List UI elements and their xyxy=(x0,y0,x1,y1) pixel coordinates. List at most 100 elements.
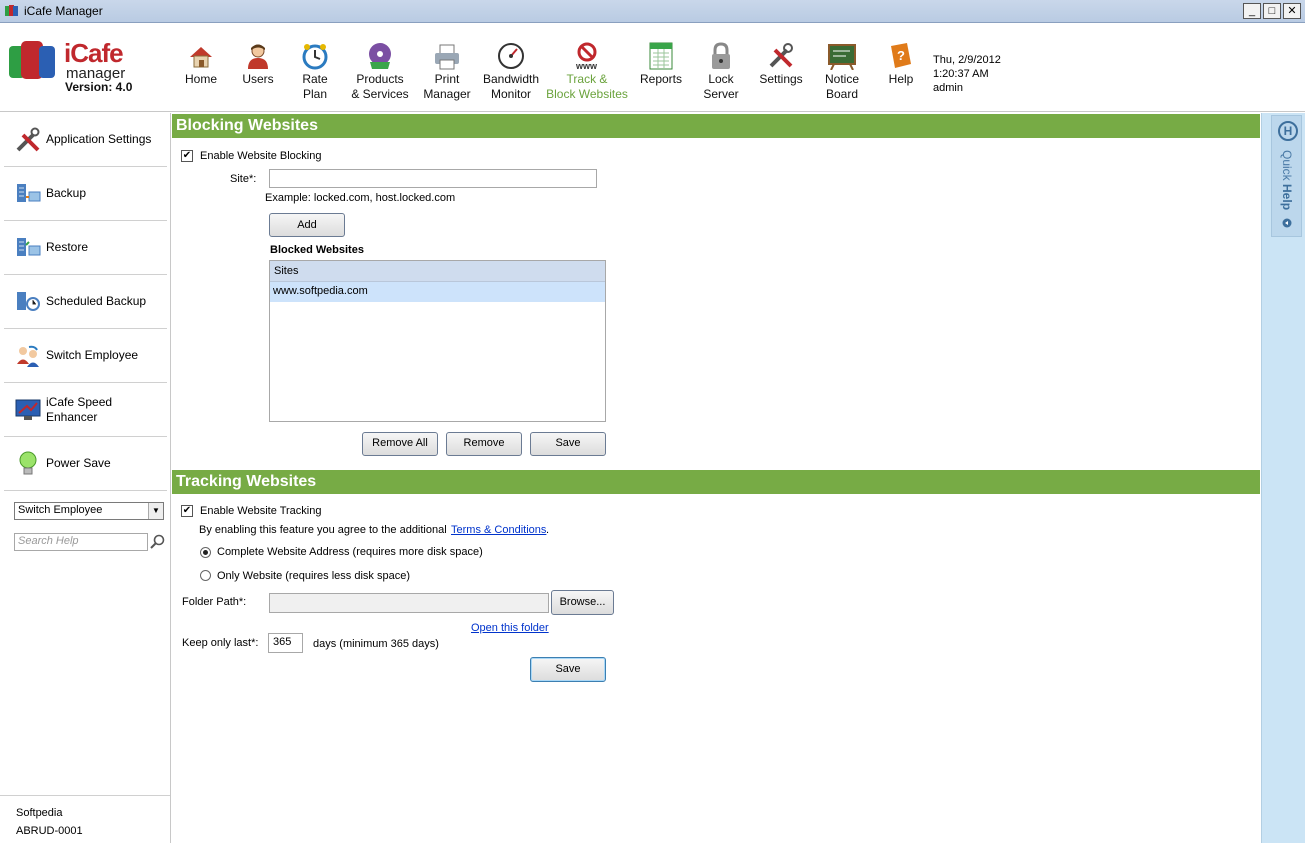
footer-id: ABRUD-0001 xyxy=(16,825,83,837)
status-info: Thu, 2/9/2012 1:20:37 AM admin xyxy=(933,53,1001,95)
toolbar-label: Users xyxy=(242,72,274,86)
quick-help-label: Quick Help xyxy=(1280,150,1294,210)
sidebar-item-scheduled-backup[interactable]: Scheduled Backup xyxy=(4,275,167,329)
speed-enhancer-icon xyxy=(14,396,42,424)
sidebar-item-backup[interactable]: Backup xyxy=(4,167,167,221)
sidebar-item-power-save[interactable]: Power Save xyxy=(4,437,167,491)
blocked-websites-list[interactable]: Sites www.softpedia.com xyxy=(269,260,606,422)
toolbar-label: Reports xyxy=(639,72,683,86)
enable-tracking-label: Enable Website Tracking xyxy=(200,505,322,517)
folder-path-input[interactable] xyxy=(269,593,549,613)
sidebar-item-label: Restore xyxy=(46,240,89,254)
switch-employee-dropdown[interactable]: Switch Employee ▼ xyxy=(14,502,164,520)
toolbar-home[interactable]: Home xyxy=(172,24,230,112)
open-folder-link[interactable]: Open this folder xyxy=(471,622,549,634)
save-tracking-button[interactable]: Save xyxy=(530,657,606,682)
lock-icon xyxy=(707,40,735,70)
search-icon[interactable] xyxy=(150,534,166,550)
toolbar-help[interactable]: ? Help xyxy=(872,24,930,112)
sidebar-item-speed-enhancer[interactable]: iCafe Speed Enhancer xyxy=(4,383,167,437)
app-icon xyxy=(5,5,18,16)
printer-icon xyxy=(433,40,461,70)
folder-path-label: Folder Path*: xyxy=(182,596,247,608)
browse-label: Browse... xyxy=(559,596,606,608)
list-header[interactable]: Sites xyxy=(270,261,605,282)
status-date: Thu, 2/9/2012 xyxy=(933,54,1001,66)
expand-arrow-icon[interactable] xyxy=(1282,218,1292,228)
lightbulb-icon xyxy=(14,450,42,478)
toolbar-reports[interactable]: Reports xyxy=(630,24,692,112)
main-panel: Blocking Websites ✔ Enable Website Block… xyxy=(172,113,1260,843)
sidebar-item-label: Application Settings xyxy=(46,132,152,146)
browse-button[interactable]: Browse... xyxy=(551,590,614,615)
sidebar-item-restore[interactable]: Restore xyxy=(4,221,167,275)
sidebar: Application Settings Backup Restore Sche… xyxy=(0,113,171,843)
toolbar-settings[interactable]: Settings xyxy=(750,24,812,112)
complete-address-radio[interactable] xyxy=(200,547,211,558)
toolbar-label: Rate Plan xyxy=(302,72,328,101)
only-website-label: Only Website (requires less disk space) xyxy=(217,570,410,582)
save-blocking-button[interactable]: Save xyxy=(530,432,606,456)
add-button[interactable]: Add xyxy=(269,213,345,237)
toolbar-rate-plan[interactable]: Rate Plan xyxy=(286,24,344,112)
toolbar-print-manager[interactable]: Print Manager xyxy=(416,24,478,112)
toolbar-products[interactable]: Products & Services xyxy=(344,24,416,112)
toolbar-track-block-websites[interactable]: www Track & Block Websites xyxy=(544,24,630,112)
products-icon xyxy=(366,40,394,70)
logo: iCafe manager Version: 4.0 xyxy=(6,34,166,104)
reports-icon xyxy=(647,40,675,70)
minimize-button[interactable]: _ xyxy=(1243,3,1261,19)
toolbar-label: Print Manager xyxy=(423,72,471,101)
toolbar-lock-server[interactable]: Lock Server xyxy=(692,24,750,112)
svg-text:www: www xyxy=(575,61,598,70)
toolbar-label: Home xyxy=(184,72,217,86)
enable-tracking-checkbox[interactable]: ✔ xyxy=(181,505,193,517)
sidebar-item-switch-employee[interactable]: Switch Employee xyxy=(4,329,167,383)
search-help-input[interactable]: Search Help xyxy=(14,533,148,551)
enable-blocking-label: Enable Website Blocking xyxy=(200,150,322,162)
logo-version: Version: 4.0 xyxy=(65,80,133,94)
status-user: admin xyxy=(933,82,963,94)
toolbar-users[interactable]: Users xyxy=(230,24,286,112)
sidebar-item-application-settings[interactable]: Application Settings xyxy=(4,113,167,167)
sidebar-item-label: Scheduled Backup xyxy=(46,294,147,308)
sidebar-item-label: iCafe Speed Enhancer xyxy=(46,394,113,424)
list-item[interactable]: www.softpedia.com xyxy=(270,282,605,302)
keep-days-input[interactable]: 365 xyxy=(268,633,303,653)
window-title: iCafe Manager xyxy=(24,4,103,18)
toolbar-label: Bandwidth Monitor xyxy=(482,72,540,101)
backup-icon xyxy=(14,180,42,208)
chevron-down-icon[interactable]: ▼ xyxy=(148,503,163,519)
toolbar-bandwidth-monitor[interactable]: Bandwidth Monitor xyxy=(478,24,544,112)
bandwidth-gauge-icon xyxy=(497,40,525,70)
toolbar-label: Products & Services xyxy=(351,72,409,101)
quick-help-label-a: Quick xyxy=(1280,150,1294,185)
close-button[interactable]: ✕ xyxy=(1283,3,1301,19)
settings-tools-icon xyxy=(767,40,795,70)
restore-icon xyxy=(14,234,42,262)
quick-help-tab[interactable]: H Quick Help xyxy=(1271,115,1302,237)
agree-text: By enabling this feature you agree to th… xyxy=(199,524,447,536)
remove-button[interactable]: Remove xyxy=(446,432,522,456)
site-example: Example: locked.com, host.locked.com xyxy=(265,192,456,204)
main-toolbar: Home Users Rate Plan Products & Services… xyxy=(172,24,930,112)
logo-mark-icon xyxy=(9,41,55,79)
site-input[interactable] xyxy=(269,169,597,188)
footer-company: Softpedia xyxy=(16,807,63,819)
toolbar-notice-board[interactable]: Notice Board xyxy=(812,24,872,112)
only-website-radio[interactable] xyxy=(200,570,211,581)
toolbar-label: Help xyxy=(888,72,914,86)
keep-days-suffix: days (minimum 365 days) xyxy=(313,638,439,650)
home-icon xyxy=(187,40,215,70)
maximize-button[interactable]: □ xyxy=(1263,3,1281,19)
block-websites-icon: www xyxy=(573,40,601,70)
save-label: Save xyxy=(555,663,581,675)
status-time: 1:20:37 AM xyxy=(933,68,989,80)
enable-blocking-checkbox[interactable]: ✔ xyxy=(181,150,193,162)
window-controls: _ □ ✕ xyxy=(1243,3,1301,19)
sidebar-item-label: Switch Employee xyxy=(46,348,139,362)
remove-all-button[interactable]: Remove All xyxy=(362,432,438,456)
notice-board-icon xyxy=(828,40,856,70)
terms-link[interactable]: Terms & Conditions xyxy=(451,524,546,536)
toolbar-label: Notice Board xyxy=(824,72,859,101)
